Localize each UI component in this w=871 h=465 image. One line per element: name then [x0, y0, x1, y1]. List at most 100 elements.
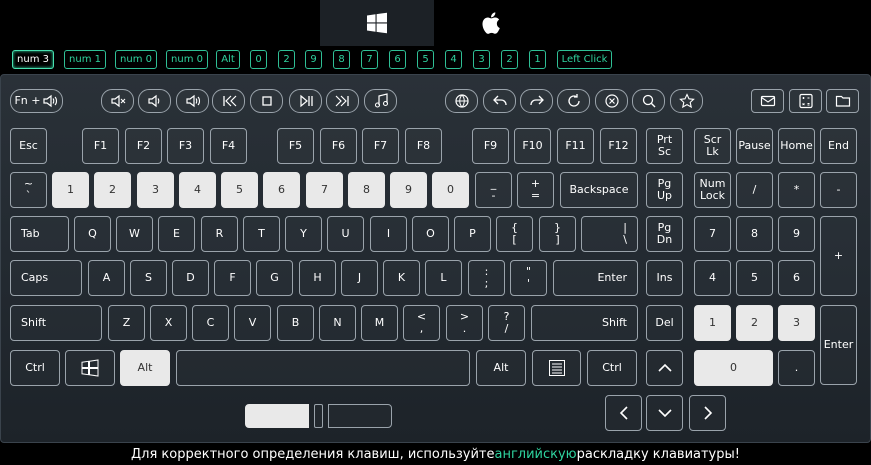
key-pause[interactable]: Pause [736, 128, 773, 164]
key-space[interactable] [176, 350, 470, 386]
key-y[interactable]: Y [285, 216, 322, 252]
key-u[interactable]: U [327, 216, 364, 252]
key-ndot[interactable]: . [778, 350, 815, 386]
key-equal[interactable]: + = [517, 172, 554, 208]
key-f7[interactable]: F7 [362, 128, 399, 164]
key-rctrl[interactable]: Ctrl [587, 350, 637, 386]
key-t[interactable]: T [243, 216, 280, 252]
browser-home-button[interactable] [445, 89, 478, 113]
key-g[interactable]: G [256, 260, 293, 296]
key-del[interactable]: Del [646, 305, 683, 341]
key-f12[interactable]: F12 [600, 128, 637, 164]
volume-down-button[interactable] [138, 89, 171, 113]
key-c[interactable]: C [192, 305, 229, 341]
key-k[interactable]: K [383, 260, 420, 296]
arrow-down-key[interactable] [646, 395, 683, 431]
key-l[interactable]: L [425, 260, 462, 296]
key-f[interactable]: F [214, 260, 251, 296]
key-f4[interactable]: F4 [210, 128, 247, 164]
key-ins[interactable]: Ins [646, 260, 683, 296]
key-o[interactable]: O [412, 216, 449, 252]
key-d4[interactable]: 4 [179, 172, 216, 208]
key-numlock[interactable]: Num Lock [694, 172, 731, 208]
search-button[interactable] [632, 89, 665, 113]
key-f3[interactable]: F3 [167, 128, 204, 164]
key-tilde[interactable]: ~ ` [10, 172, 47, 208]
back-button[interactable] [483, 89, 516, 113]
key-p[interactable]: P [454, 216, 491, 252]
mouse-left-button[interactable] [245, 404, 309, 428]
key-i[interactable]: I [370, 216, 407, 252]
key-colon[interactable]: : ; [468, 260, 505, 296]
key-scrlk[interactable]: Scr Lk [694, 128, 731, 164]
key-ralt[interactable]: Alt [476, 350, 526, 386]
key-lbrace[interactable]: { [ [496, 216, 533, 252]
key-b[interactable]: B [277, 305, 314, 341]
music-button[interactable] [364, 89, 397, 113]
key-enter[interactable]: Enter [553, 260, 638, 296]
mouse-wheel-button[interactable] [314, 404, 323, 428]
key-d9[interactable]: 9 [390, 172, 427, 208]
key-f2[interactable]: F2 [125, 128, 162, 164]
arrow-right-key[interactable] [689, 395, 726, 431]
key-menu[interactable] [532, 350, 581, 386]
key-caps[interactable]: Caps [10, 260, 82, 296]
key-lshift[interactable]: Shift [10, 305, 102, 341]
mouse-right-button[interactable] [328, 404, 392, 428]
key-nslash[interactable]: / [736, 172, 773, 208]
key-home[interactable]: Home [778, 128, 815, 164]
key-f11[interactable]: F11 [557, 128, 594, 164]
fn-key[interactable]: Fn + [10, 89, 63, 113]
key-lt[interactable]: < , [403, 305, 440, 341]
key-a[interactable]: A [88, 260, 125, 296]
key-minus[interactable]: _ - [475, 172, 512, 208]
key-backspace[interactable]: Backspace [560, 172, 638, 208]
mute-button[interactable] [101, 89, 134, 113]
key-pgup[interactable]: Pg Up [646, 172, 683, 208]
mail-button[interactable] [751, 89, 784, 113]
key-d7[interactable]: 7 [306, 172, 343, 208]
calculator-button[interactable] [789, 89, 822, 113]
key-n7[interactable]: 7 [694, 216, 731, 252]
stop-button[interactable] [250, 89, 283, 113]
forward-button[interactable] [520, 89, 553, 113]
key-n2[interactable]: 2 [736, 305, 773, 341]
key-nenter[interactable]: Enter [820, 305, 857, 385]
key-tab[interactable]: Tab [10, 216, 69, 252]
arrow-up-key[interactable] [646, 350, 683, 386]
key-rbrace[interactable]: } ] [539, 216, 576, 252]
key-d1[interactable]: 1 [52, 172, 89, 208]
key-n1[interactable]: 1 [694, 305, 731, 341]
key-n5[interactable]: 5 [736, 260, 773, 296]
key-d8[interactable]: 8 [348, 172, 385, 208]
key-f5[interactable]: F5 [277, 128, 314, 164]
key-nminus[interactable]: - [820, 172, 857, 208]
key-s[interactable]: S [130, 260, 167, 296]
key-q[interactable]: Q [74, 216, 111, 252]
key-d3[interactable]: 3 [137, 172, 174, 208]
key-pipe[interactable]: | \ [581, 216, 638, 252]
stop-browser-button[interactable] [595, 89, 628, 113]
next-track-button[interactable] [326, 89, 359, 113]
play-pause-button[interactable] [289, 89, 322, 113]
key-v[interactable]: V [234, 305, 271, 341]
key-n3[interactable]: 3 [778, 305, 815, 341]
key-x[interactable]: X [150, 305, 187, 341]
key-rshift[interactable]: Shift [531, 305, 638, 341]
key-prtsc[interactable]: Prt Sc [646, 128, 683, 164]
key-n8[interactable]: 8 [736, 216, 773, 252]
key-lalt[interactable]: Alt [120, 350, 170, 386]
key-f8[interactable]: F8 [405, 128, 442, 164]
key-nstar[interactable]: * [778, 172, 815, 208]
key-quote[interactable]: " ' [510, 260, 547, 296]
key-d2[interactable]: 2 [94, 172, 131, 208]
key-h[interactable]: H [299, 260, 336, 296]
key-n9[interactable]: 9 [778, 216, 815, 252]
key-nplus[interactable]: + [820, 216, 857, 296]
arrow-left-key[interactable] [605, 395, 642, 431]
key-d[interactable]: D [172, 260, 209, 296]
previous-track-button[interactable] [212, 89, 245, 113]
refresh-button[interactable] [557, 89, 590, 113]
key-d6[interactable]: 6 [263, 172, 300, 208]
key-n[interactable]: N [319, 305, 356, 341]
